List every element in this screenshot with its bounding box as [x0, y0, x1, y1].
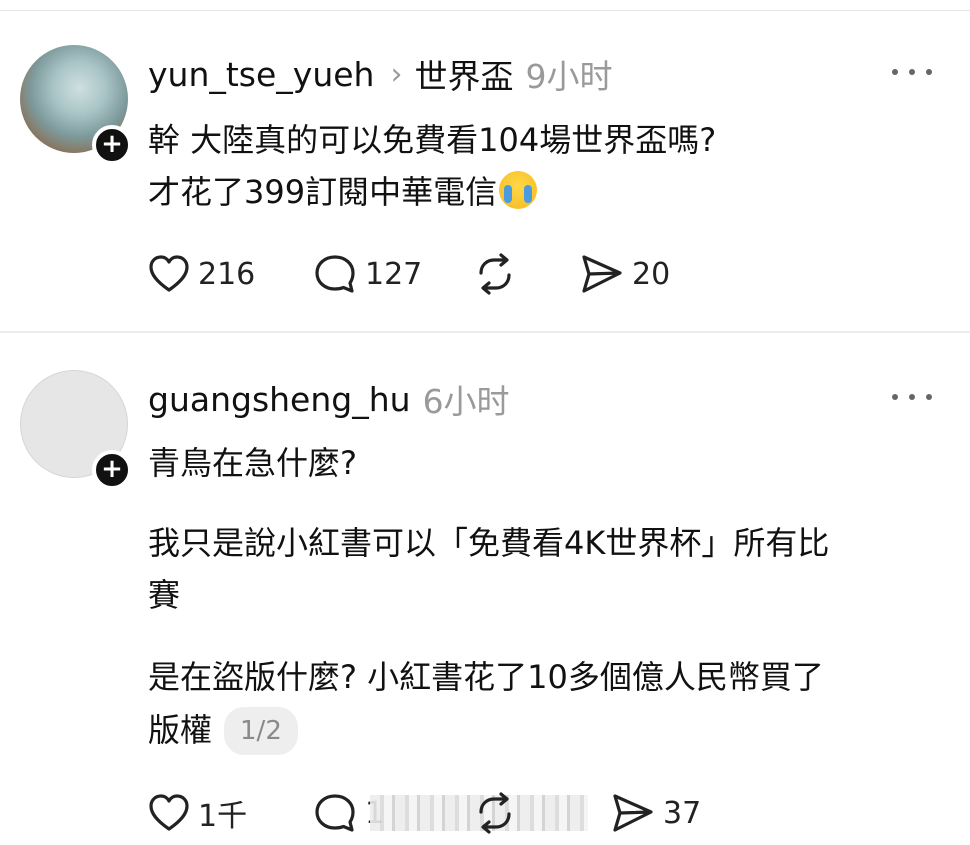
comment-button[interactable]: 127 — [313, 252, 422, 296]
repost-button[interactable] — [473, 252, 517, 296]
comment-icon — [315, 255, 355, 293]
avatar-container[interactable]: + — [20, 370, 132, 490]
share-count: 20 — [632, 256, 671, 292]
more-horizontal-icon[interactable] — [892, 62, 932, 82]
like-count: 216 — [198, 256, 256, 292]
post-time: 9小时 — [525, 57, 613, 96]
send-icon — [613, 794, 653, 832]
share-button[interactable]: 20 — [580, 252, 670, 296]
post-text: 版權 — [148, 711, 213, 749]
repost-icon — [479, 792, 511, 834]
heart-icon — [149, 255, 189, 292]
post-text-line-2: 才花了399訂閱中華電信 — [148, 170, 538, 214]
username[interactable]: yun_tse_yueh — [148, 55, 374, 94]
top-divider — [0, 10, 970, 11]
repost-button[interactable] — [473, 791, 517, 835]
page-indicator[interactable]: 1/2 — [224, 707, 298, 755]
post-text-line: 是在盜版什麼? 小紅書花了10多個億人民幣買了 — [148, 658, 824, 696]
like-button[interactable]: 1千 — [148, 791, 247, 835]
repost-icon — [479, 253, 511, 295]
more-horizontal-icon[interactable] — [892, 387, 932, 407]
post-text: 才花了399訂閱中華電信 — [148, 173, 498, 211]
post-header: yun_tse_yueh › 世界盃 9小时 — [148, 54, 612, 97]
loudly-crying-face-icon — [499, 171, 538, 209]
share-count: 37 — [663, 795, 702, 831]
plus-icon[interactable]: + — [92, 125, 132, 165]
like-button[interactable]: 216 — [148, 252, 255, 296]
share-button[interactable]: 37 — [611, 791, 701, 835]
post-time: 6小时 — [422, 382, 510, 421]
action-bar: 216 127 20 — [148, 252, 948, 296]
post-header: guangsheng_hu 6小时 — [148, 379, 510, 422]
chevron-right-icon: › — [390, 56, 403, 92]
action-bar: 1千 1 37 — [148, 791, 948, 835]
like-count: 1千 — [198, 799, 248, 834]
avatar-container[interactable]: + — [20, 45, 132, 165]
post-text-line: 青鳥在急什麼? — [148, 444, 357, 482]
comment-count: 127 — [365, 256, 423, 292]
heart-icon — [149, 794, 189, 831]
post-divider — [0, 331, 970, 333]
post-text-line: 幹 大陸真的可以免費看104場世界盃嗎? — [148, 121, 717, 159]
username[interactable]: guangsheng_hu — [148, 380, 411, 419]
post-text-line-last: 版權 1/2 — [148, 707, 298, 755]
send-icon — [582, 255, 622, 293]
post-text-line: 我只是說小紅書可以「免費看4K世界杯」所有比 — [148, 524, 830, 562]
plus-icon[interactable]: + — [92, 450, 132, 490]
topic-tag[interactable]: 世界盃 — [414, 50, 513, 98]
post-text-line: 賽 — [148, 576, 181, 614]
comment-icon — [315, 794, 355, 832]
